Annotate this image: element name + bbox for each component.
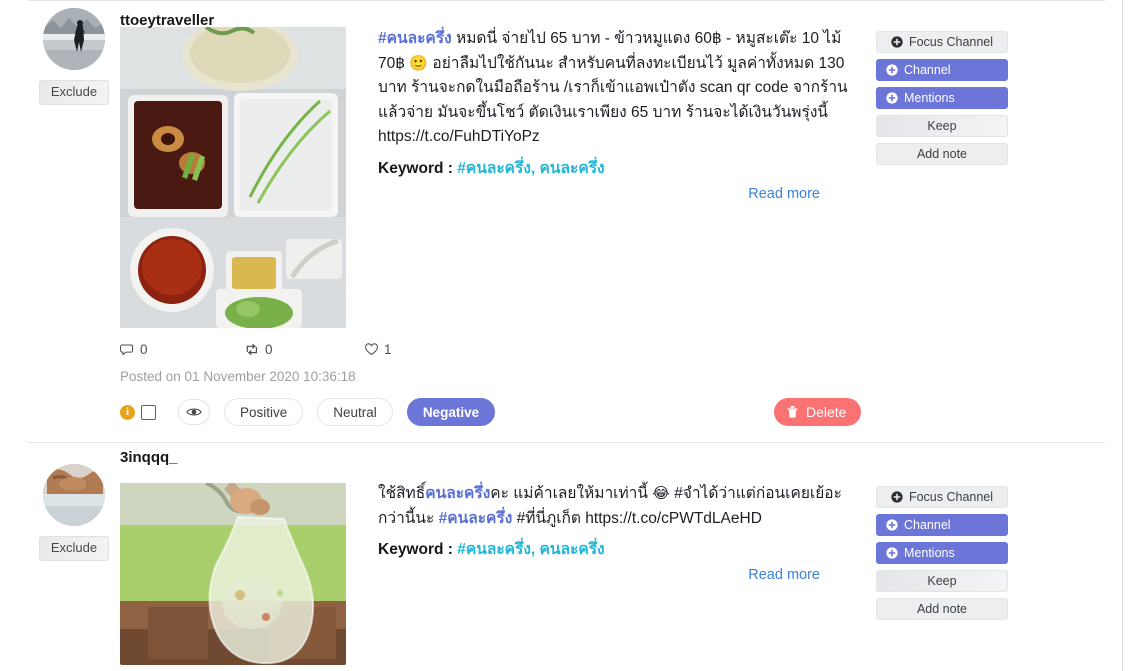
retweet-icon <box>246 343 258 356</box>
post-item: Exclude <box>0 444 1122 665</box>
action-label: Add note <box>916 602 968 616</box>
channel-button[interactable]: Channel <box>876 514 1008 536</box>
plus-circle-icon <box>886 92 898 104</box>
action-label: Focus Channel <box>908 490 994 504</box>
post-image <box>120 27 346 328</box>
username-label[interactable]: ttoeytraveller <box>120 6 214 29</box>
sentiment-neutral-button[interactable]: Neutral <box>317 398 393 426</box>
sentiment-negative-button[interactable]: Negative <box>406 398 496 426</box>
post-text: ใช้สิทธิ์คนละครึ่งคะ แม่ค้าเลยให้มาเท่าน… <box>378 482 862 531</box>
trash-icon <box>787 405 798 418</box>
media-column <box>120 1 378 328</box>
keyword-values: #คนละครึ่ง, คนละครึ่ง <box>457 541 605 558</box>
post-meta: 0 0 1 Posted on 01 November 2020 10:36:1… <box>0 342 1133 442</box>
like-stat[interactable]: 1 <box>364 342 392 357</box>
avatar-column: Exclude <box>28 444 120 665</box>
action-label: Add note <box>916 147 968 161</box>
keyword-label: Keyword : <box>378 159 453 177</box>
focus-channel-button[interactable]: Focus Channel <box>876 486 1008 508</box>
post-actions: Focus Channel Channel Mentions Keep Add note <box>876 1 1008 328</box>
avatar-column: Exclude <box>28 1 120 328</box>
post-controls: i Positive Neutral Negative Delete <box>120 398 1133 442</box>
read-more-row: Read more <box>378 566 862 584</box>
retweet-count: 0 <box>265 342 273 357</box>
text-run: คะ แม่ค้าเลยให้มาเท่านี้ <box>490 485 653 502</box>
posted-timestamp: Posted on 01 November 2020 10:36:18 <box>120 369 356 384</box>
plus-circle-icon <box>886 519 898 531</box>
avatar[interactable] <box>43 8 105 70</box>
post-text: #คนละครึ่ง หมดนี่ จ่ายไป 65 บาท - ข้าวหม… <box>378 27 862 150</box>
exclude-button[interactable]: Exclude <box>38 536 110 561</box>
post-image <box>120 483 346 665</box>
action-label: Channel <box>904 518 951 532</box>
emoji-glyph: 😂 <box>652 485 670 502</box>
read-more-link[interactable]: Read more <box>748 186 820 202</box>
visibility-toggle-button[interactable] <box>178 399 210 425</box>
like-count: 1 <box>384 342 392 357</box>
action-label: Keep <box>927 574 957 588</box>
action-label: Channel <box>904 63 951 77</box>
posts-feed-page: Exclude #คนละครึ่ง หมดนี่ จ่ายไป 65 บาท … <box>0 0 1133 671</box>
keep-button[interactable]: Keep <box>876 570 1008 592</box>
mentions-button[interactable]: Mentions <box>876 87 1008 109</box>
heart-icon <box>365 343 378 355</box>
comment-count: 0 <box>140 342 148 357</box>
delete-button[interactable]: Delete <box>774 398 862 426</box>
hashtag-link[interactable]: คนละครึ่ง <box>425 485 490 502</box>
post-item: Exclude <box>0 1 1122 328</box>
hashtag-link[interactable]: #คนละครึ่ง <box>378 30 452 47</box>
engagement-stats: 0 0 1 <box>120 342 1133 357</box>
plus-circle-icon <box>886 64 898 76</box>
hashtag-link[interactable]: #คนละครึ่ง <box>439 510 513 527</box>
sentiment-positive-button[interactable]: Positive <box>224 398 304 426</box>
comment-icon <box>120 344 134 356</box>
read-more-row: Read more <box>378 185 862 203</box>
exclude-button[interactable]: Exclude <box>38 80 110 105</box>
plus-circle-icon <box>891 36 903 48</box>
retweet-stat[interactable]: 0 <box>244 342 364 357</box>
select-checkbox[interactable] <box>141 404 156 420</box>
avatar[interactable] <box>43 464 105 526</box>
add-note-button[interactable]: Add note <box>876 143 1008 165</box>
post-media[interactable] <box>120 27 346 328</box>
mentions-button[interactable]: Mentions <box>876 542 1008 564</box>
add-note-button[interactable]: Add note <box>876 598 1008 620</box>
action-label: Focus Channel <box>908 35 994 49</box>
avatar-image <box>43 8 105 70</box>
post-media[interactable] <box>120 483 346 665</box>
action-label: Mentions <box>904 546 955 560</box>
text-run: อย่าลืมไปใช้กันนะ สำหรับคนที่ลงทะเบียนไว… <box>378 54 848 146</box>
focus-channel-button[interactable]: Focus Channel <box>876 31 1008 53</box>
plus-circle-icon <box>886 547 898 559</box>
avatar-image <box>43 464 105 526</box>
media-column <box>120 444 378 665</box>
keyword-label: Keyword : <box>378 541 453 558</box>
keyword-values: #คนละครึ่ง, คนละครึ่ง <box>457 159 605 177</box>
info-icon[interactable]: i <box>120 404 135 420</box>
text-run: ใช้สิทธิ์ <box>378 485 426 502</box>
keyword-row: Keyword : #คนละครึ่ง, คนละครึ่ง <box>378 157 862 181</box>
plus-circle-icon <box>891 491 903 503</box>
delete-label: Delete <box>806 404 847 420</box>
read-more-link[interactable]: Read more <box>748 567 820 583</box>
keyword-row: Keyword : #คนละครึ่ง, คนละครึ่ง <box>378 538 862 562</box>
comment-stat[interactable]: 0 <box>120 342 244 357</box>
action-label: Mentions <box>904 91 955 105</box>
action-label: Keep <box>927 119 957 133</box>
post-username-row: ttoeytraveller <box>120 6 214 29</box>
post-body: #คนละครึ่ง หมดนี่ จ่ายไป 65 บาท - ข้าวหม… <box>378 1 876 328</box>
keep-button[interactable]: Keep <box>876 115 1008 137</box>
post-actions: Focus Channel Channel Mentions Keep Add note <box>876 444 1008 665</box>
eye-icon <box>186 408 202 416</box>
post-body: ใช้สิทธิ์คนละครึ่งคะ แม่ค้าเลยให้มาเท่าน… <box>378 444 876 665</box>
emoji-glyph: 🙂 <box>409 54 429 72</box>
scrollbar-track[interactable] <box>1122 0 1133 671</box>
channel-button[interactable]: Channel <box>876 59 1008 81</box>
text-run: #ที่นี่ภูเก็ต https://t.co/cPWTdLAeHD <box>512 509 762 527</box>
